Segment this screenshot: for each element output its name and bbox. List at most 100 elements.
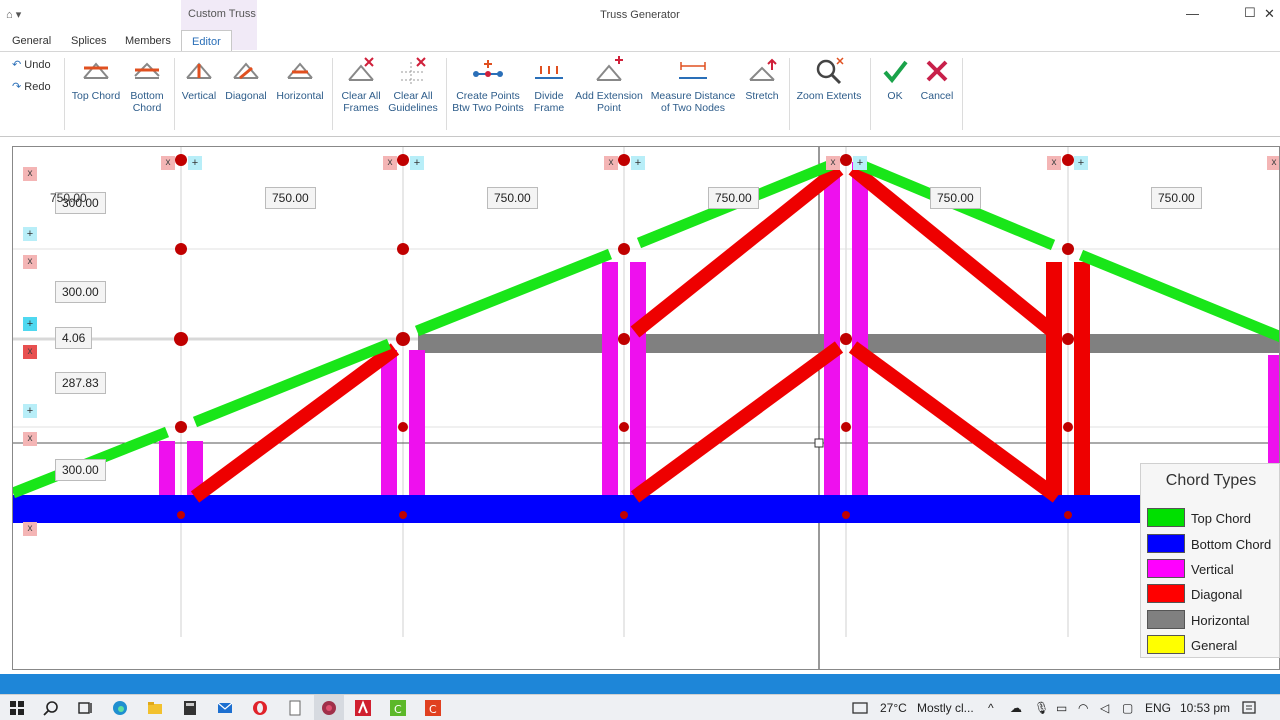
task-view-icon[interactable] xyxy=(77,700,93,716)
cancel-label: Cancel xyxy=(920,90,954,102)
green-app-icon[interactable]: C xyxy=(390,700,406,716)
delete-column-button[interactable]: x xyxy=(1267,156,1279,170)
mail-icon[interactable] xyxy=(217,700,233,716)
red-app-icon[interactable]: C xyxy=(425,700,441,716)
weather-temperature[interactable]: 27°C xyxy=(880,701,907,715)
ribbon: ↶ Undo ↷ Redo Top Chord Bottom Chord Ver… xyxy=(0,51,1280,137)
maximize-button[interactable]: ☐ xyxy=(1244,5,1256,21)
clock[interactable]: 10:53 pm xyxy=(1180,701,1230,715)
measure-distance-button[interactable]: Measure Distance of Two Nodes xyxy=(650,56,736,114)
divide-frame-button[interactable]: Divide Frame xyxy=(528,56,570,114)
delete-column-button[interactable]: x xyxy=(161,156,175,170)
add-row-button[interactable]: + xyxy=(23,404,37,418)
delete-column-button[interactable]: x xyxy=(383,156,397,170)
add-row-button[interactable]: + xyxy=(23,227,37,241)
truss-canvas[interactable]: x + x + x + x + x + x x + x + x + x x 75… xyxy=(12,146,1280,670)
minimize-button[interactable]: — xyxy=(1186,6,1199,21)
document-icon[interactable] xyxy=(287,700,303,716)
add-column-button[interactable]: + xyxy=(410,156,424,170)
redo-button[interactable]: ↷ Redo xyxy=(12,80,51,93)
window-title: Truss Generator xyxy=(600,9,680,21)
ribbon-separator xyxy=(870,58,871,130)
show-hidden-icons-chevron-icon[interactable]: ^ xyxy=(988,701,994,715)
legend-label: Diagonal xyxy=(1191,587,1243,602)
height-dimension-label[interactable]: 300.00 xyxy=(55,459,106,481)
divide-frame-label-1: Divide xyxy=(534,90,564,102)
edge-browser-icon[interactable] xyxy=(112,700,128,716)
screen-icon[interactable]: ▢ xyxy=(1122,701,1133,715)
opera-icon[interactable] xyxy=(252,700,268,716)
bottom-chord-button[interactable]: Bottom Chord xyxy=(124,56,170,114)
truss-drawing[interactable] xyxy=(13,147,1280,670)
create-points-label-2: Btw Two Points xyxy=(452,102,524,114)
language-indicator[interactable]: ENG xyxy=(1145,701,1171,715)
add-column-button[interactable]: + xyxy=(188,156,202,170)
clear-all-guidelines-button[interactable]: Clear All Guidelines xyxy=(386,56,440,114)
delete-row-button[interactable]: x xyxy=(23,432,37,446)
span-dimension-label[interactable]: 750.00 xyxy=(487,187,538,209)
calculator-icon[interactable] xyxy=(182,700,198,716)
news-widget-icon[interactable] xyxy=(852,700,868,716)
tab-editor[interactable]: Editor xyxy=(181,30,232,52)
clear-frames-icon xyxy=(348,57,374,81)
delete-row-button[interactable]: x xyxy=(23,255,37,269)
add-column-button[interactable]: + xyxy=(631,156,645,170)
windows-start-icon[interactable] xyxy=(9,700,25,716)
title-bar: ⌂ ▾ Custom Truss Truss Generator — ☐ ✕ xyxy=(0,0,1280,50)
delete-row-button[interactable]: x xyxy=(23,345,37,359)
add-row-button[interactable]: + xyxy=(23,317,37,331)
file-explorer-icon[interactable] xyxy=(147,700,163,716)
delete-row-button[interactable]: x xyxy=(23,522,37,536)
add-extension-point-button[interactable]: Add Extension Point xyxy=(574,56,644,114)
diagonal-icon xyxy=(233,62,259,80)
add-column-button[interactable]: + xyxy=(1074,156,1088,170)
close-button[interactable]: ✕ xyxy=(1264,6,1275,22)
legend-swatch xyxy=(1147,584,1185,603)
delete-column-button[interactable]: x xyxy=(604,156,618,170)
autocad-icon[interactable] xyxy=(355,700,371,716)
bottom-chord-label-1: Bottom xyxy=(130,90,164,102)
volume-icon[interactable]: ◁ xyxy=(1100,701,1109,715)
diagonal-members[interactable] xyxy=(190,163,1062,503)
delete-column-button[interactable]: x xyxy=(1047,156,1061,170)
create-points-button[interactable]: Create Points Btw Two Points xyxy=(450,56,526,114)
zoom-extents-button[interactable]: Zoom Extents xyxy=(794,56,864,102)
ribbon-separator xyxy=(64,58,65,130)
taskbar-active-app[interactable] xyxy=(314,695,344,720)
horizontal-button[interactable]: Horizontal xyxy=(274,56,326,102)
add-column-button[interactable]: + xyxy=(853,156,867,170)
span-dimension-label[interactable]: 750.00 xyxy=(1151,187,1202,209)
height-dimension-label[interactable]: 287.83 xyxy=(55,372,106,394)
tab-general[interactable]: General xyxy=(12,35,51,47)
tab-members[interactable]: Members xyxy=(125,35,171,47)
microphone-icon[interactable]: 🎙 xyxy=(1034,701,1049,715)
search-icon[interactable] xyxy=(43,700,59,716)
top-chord-label: Top Chord xyxy=(71,90,121,102)
ok-button[interactable]: OK xyxy=(878,56,912,102)
battery-icon[interactable]: ▭ xyxy=(1056,701,1067,715)
span-dimension-label[interactable]: 750.00 xyxy=(930,187,981,209)
delete-row-button[interactable]: x xyxy=(23,167,37,181)
stretch-button[interactable]: Stretch xyxy=(740,56,784,102)
span-dimension-label[interactable]: 750.00 xyxy=(708,187,759,209)
weather-description[interactable]: Mostly cl... xyxy=(917,701,974,715)
notifications-icon[interactable] xyxy=(1241,700,1257,716)
clear-all-frames-button[interactable]: Clear All Frames xyxy=(338,56,384,114)
delete-column-button[interactable]: x xyxy=(826,156,840,170)
height-dimension-label[interactable]: 300.00 xyxy=(55,281,106,303)
top-chord-icon xyxy=(83,62,109,79)
vertical-label: Vertical xyxy=(181,90,217,102)
cloud-icon[interactable]: ☁ xyxy=(1010,701,1022,715)
ribbon-tabs: General Splices Members Editor xyxy=(0,30,1280,52)
undo-button[interactable]: ↶ Undo xyxy=(12,58,51,71)
ribbon-separator xyxy=(332,58,333,130)
wifi-icon[interactable]: ◠ xyxy=(1078,701,1088,715)
height-dimension-label[interactable]: 4.06 xyxy=(55,327,93,349)
diagonal-button[interactable]: Diagonal xyxy=(224,56,268,102)
span-dimension-label[interactable]: 750.00 xyxy=(265,187,316,209)
top-chord-button[interactable]: Top Chord xyxy=(70,56,122,102)
ribbon-separator xyxy=(174,58,175,130)
cancel-button[interactable]: Cancel xyxy=(918,56,956,102)
tab-splices[interactable]: Splices xyxy=(71,35,106,47)
vertical-button[interactable]: Vertical xyxy=(178,56,220,102)
